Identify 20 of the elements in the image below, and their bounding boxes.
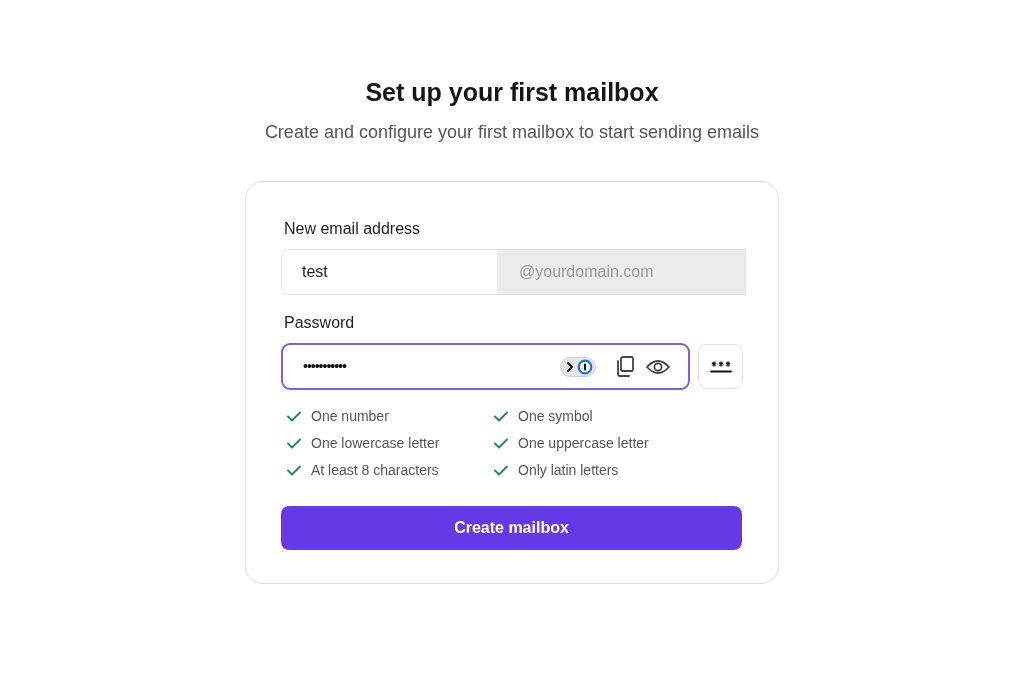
chevron-ring-badge-icon[interactable] [560, 356, 597, 377]
page-title: Set up your first mailbox [365, 77, 659, 108]
domain-suffix: @yourdomain.com [497, 250, 745, 294]
requirement-text: One number [311, 407, 389, 425]
password-field[interactable]: ••••••••••• [281, 343, 691, 390]
requirement-text: At least 8 characters [311, 461, 439, 479]
email-label: New email address [283, 219, 422, 239]
create-mailbox-button[interactable]: Create mailbox [281, 506, 742, 550]
requirement-text: Only latin letters [518, 461, 619, 479]
generate-password-button[interactable] [698, 344, 743, 389]
requirement-text: One uppercase letter [518, 434, 649, 452]
requirement-text: One lowercase letter [311, 434, 440, 452]
email-field[interactable]: test @yourdomain.com [281, 249, 746, 295]
password-input[interactable]: ••••••••••• [303, 356, 561, 377]
password-label: Password [283, 313, 356, 333]
masked-password-icon [709, 360, 732, 373]
page-subtitle: Create and configure your first mailbox to start sending emails [264, 121, 760, 144]
eye-icon[interactable] [646, 358, 671, 375]
requirement-text: One symbol [518, 407, 593, 425]
copy-icon[interactable] [616, 356, 635, 377]
